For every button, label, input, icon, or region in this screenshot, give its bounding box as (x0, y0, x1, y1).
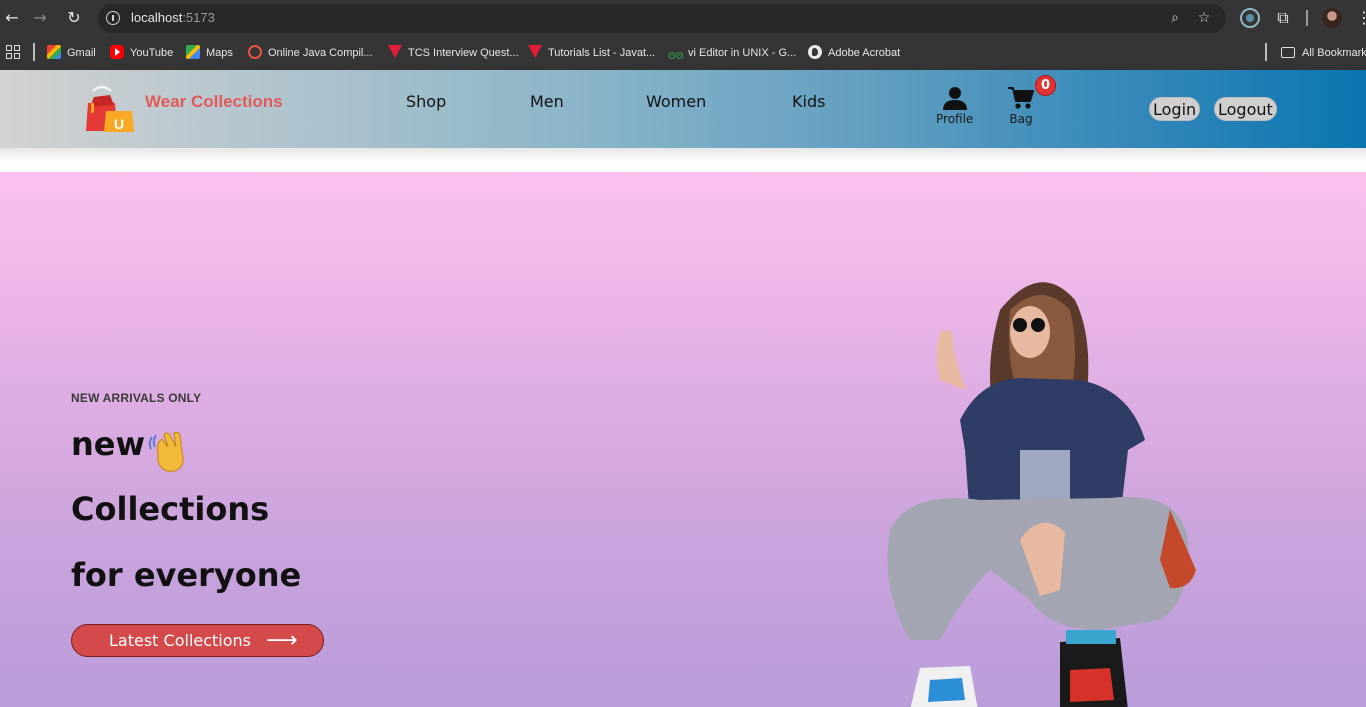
puzzle-icon[interactable]: ⧉ (1273, 8, 1293, 28)
site-info-icon[interactable] (106, 11, 120, 25)
menu-kebab-icon[interactable]: ⋮ (1356, 8, 1366, 28)
java-compiler-icon (248, 45, 262, 59)
site-navbar: U Wear Collections Shop Men Women Kids P… (0, 70, 1366, 148)
hero-line-collections: Collections (71, 490, 270, 528)
star-icon[interactable]: ☆ (1196, 10, 1212, 26)
bag-link[interactable]: Bag (1008, 86, 1034, 126)
apps-grid-icon[interactable] (6, 45, 20, 59)
svg-text:U: U (114, 116, 124, 132)
all-bookmarks[interactable]: All Bookmarks (1281, 45, 1366, 61)
login-button[interactable]: Login (1149, 97, 1201, 121)
bookmark-youtube[interactable]: YouTube (110, 45, 173, 61)
bookmarks-bar: Gmail YouTube Maps Online Java Compil...… (0, 36, 1366, 70)
javatpoint-icon (528, 45, 542, 58)
profile-label: Profile (936, 112, 974, 126)
shopping-bag-logo-icon[interactable]: U (84, 85, 136, 133)
geeksforgeeks-icon: ʘʘ (668, 51, 684, 62)
profile-link[interactable]: Profile (936, 86, 973, 126)
logout-button[interactable]: Logout (1214, 97, 1277, 121)
bag-label: Bag (1009, 112, 1033, 126)
bookmark-maps[interactable]: Maps (186, 45, 233, 61)
globe-icon (808, 45, 822, 59)
bookmarks-divider (1265, 43, 1267, 61)
latest-collections-button[interactable]: Latest Collections ⟶ (71, 624, 324, 657)
toolbar-divider (1306, 10, 1308, 26)
waving-hand-icon (148, 431, 184, 472)
folder-icon (1281, 47, 1295, 58)
browser-chrome: ← → ↻ localhost:5173 ⌕ ☆ ⧉ ⋮ Gmail YouTu… (0, 0, 1366, 70)
nav-men[interactable]: Men (530, 92, 564, 111)
avatar[interactable] (1322, 8, 1342, 28)
youtube-icon (110, 45, 124, 59)
nav-women[interactable]: Women (646, 92, 706, 111)
browser-toolbar: ← → ↻ localhost:5173 ⌕ ☆ ⧉ ⋮ (0, 0, 1366, 36)
bookmark-adobe-acrobat[interactable]: Adobe Acrobat (808, 45, 900, 61)
bookmark-tcs-interview[interactable]: TCS Interview Quest... (388, 45, 519, 61)
cart-count-badge: 0 (1035, 75, 1056, 96)
user-icon (942, 87, 967, 110)
javatpoint-icon (388, 45, 402, 58)
bookmark-tutorials-list[interactable]: Tutorials List - Javat... (528, 45, 655, 61)
bookmark-gmail[interactable]: Gmail (47, 45, 96, 61)
nav-shop[interactable]: Shop (406, 92, 446, 111)
hero-line-new: new (71, 425, 146, 463)
hero-section: NEW ARRIVALS ONLY new Collections for ev… (0, 172, 1366, 707)
arrow-right-icon: ⟶ (266, 628, 298, 653)
bookmarks-divider (33, 43, 35, 61)
hero-model-image (887, 282, 1196, 707)
zoom-icon[interactable]: ⌕ (1167, 10, 1183, 26)
back-arrow-icon[interactable]: ← (2, 8, 22, 28)
address-bar[interactable]: localhost:5173 ⌕ ☆ (98, 4, 1226, 33)
url-text[interactable]: localhost:5173 (131, 10, 215, 25)
maps-icon (186, 45, 200, 59)
nav-kids[interactable]: Kids (792, 92, 825, 111)
reload-icon[interactable]: ↻ (64, 8, 84, 28)
bookmark-java-compiler[interactable]: Online Java Compil... (248, 45, 373, 61)
cart-icon (1008, 87, 1034, 109)
hero-line-everyone: for everyone (71, 556, 302, 594)
forward-arrow-icon[interactable]: → (30, 8, 50, 28)
extension-icon[interactable] (1240, 8, 1260, 28)
hero-kicker: NEW ARRIVALS ONLY (71, 391, 202, 405)
latest-collections-label: Latest Collections (109, 631, 252, 650)
brand-name[interactable]: Wear Collections (145, 92, 283, 112)
gmail-icon (47, 45, 61, 59)
bookmark-vi-editor[interactable]: ʘʘ vi Editor in UNIX - G... (668, 45, 796, 62)
header-shadow-gap (0, 148, 1366, 172)
